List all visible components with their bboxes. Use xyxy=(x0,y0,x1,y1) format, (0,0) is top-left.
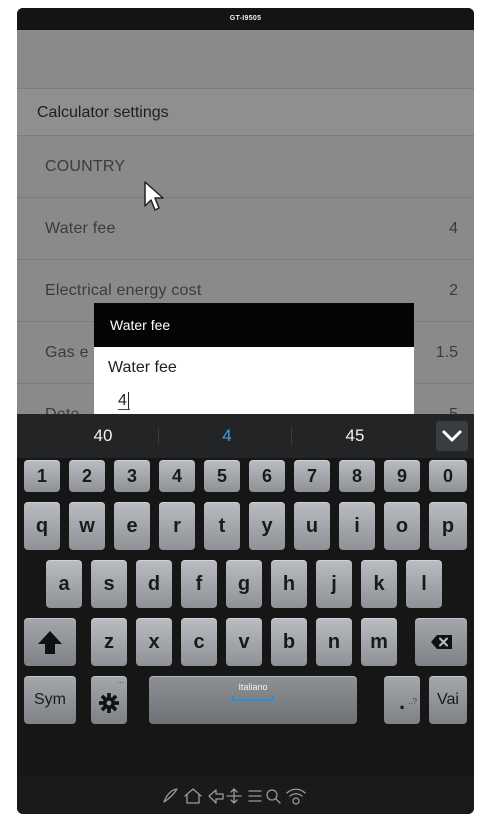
device-model-label: GT-I9505 xyxy=(17,8,474,30)
chevron-down-icon xyxy=(442,430,462,442)
key-a[interactable]: a xyxy=(46,560,82,608)
key-c[interactable]: c xyxy=(181,618,217,666)
key-q[interactable]: q xyxy=(24,502,60,550)
key-m[interactable]: m xyxy=(361,618,397,666)
setting-value: 2 xyxy=(449,282,458,299)
key-p[interactable]: p xyxy=(429,502,467,550)
key-v[interactable]: v xyxy=(226,618,262,666)
key-w[interactable]: w xyxy=(69,502,105,550)
key-8[interactable]: 8 xyxy=(339,460,375,492)
backspace-key[interactable] xyxy=(415,618,467,666)
key-h[interactable]: h xyxy=(271,560,307,608)
setting-value: 4 xyxy=(449,220,458,237)
key-hint: ..? xyxy=(408,697,417,706)
key-n[interactable]: n xyxy=(316,618,352,666)
dialog-title: Water fee xyxy=(94,303,414,347)
key-6[interactable]: 6 xyxy=(249,460,285,492)
key-2[interactable]: 2 xyxy=(69,460,105,492)
setting-label: Gas e xyxy=(45,344,89,361)
space-language-label: Italiano xyxy=(238,682,268,692)
key-5[interactable]: 5 xyxy=(204,460,240,492)
key-f[interactable]: f xyxy=(181,560,217,608)
key-0[interactable]: 0 xyxy=(429,460,467,492)
key-9[interactable]: 9 xyxy=(384,460,420,492)
period-label: . xyxy=(398,689,406,714)
suggestion-divider xyxy=(158,428,159,444)
collapse-keyboard-button[interactable] xyxy=(436,421,468,451)
space-key[interactable]: Italiano xyxy=(149,676,357,724)
value-input[interactable]: 4 xyxy=(108,389,398,413)
setting-value: 1.5 xyxy=(435,344,458,361)
suggestion-item[interactable]: 40 xyxy=(53,414,153,458)
suggestion-item[interactable]: 4 xyxy=(177,414,277,458)
on-screen-keyboard: 1 2 3 4 5 6 7 8 9 0 q w e r t y u i o p … xyxy=(17,458,474,776)
key-u[interactable]: u xyxy=(294,502,330,550)
sym-key[interactable]: Sym xyxy=(24,676,76,724)
key-1[interactable]: 1 xyxy=(24,460,60,492)
key-4[interactable]: 4 xyxy=(159,460,195,492)
input-underline xyxy=(118,409,130,410)
setting-row-water-fee[interactable]: Water fee 4 xyxy=(17,198,474,260)
key-hint: ... xyxy=(117,676,124,685)
key-r[interactable]: r xyxy=(159,502,195,550)
settings-key[interactable]: ... xyxy=(91,676,127,724)
key-3[interactable]: 3 xyxy=(114,460,150,492)
shift-arrow-icon xyxy=(38,631,62,654)
key-i[interactable]: i xyxy=(339,502,375,550)
key-b[interactable]: b xyxy=(271,618,307,666)
key-k[interactable]: k xyxy=(361,560,397,608)
key-s[interactable]: s xyxy=(91,560,127,608)
page-title: Calculator settings xyxy=(17,88,474,136)
key-j[interactable]: j xyxy=(316,560,352,608)
period-key[interactable]: ..? . xyxy=(384,676,420,724)
device-frame: GT-I9505 Calculator settings COUNTRY Wat… xyxy=(17,8,474,814)
backspace-icon xyxy=(431,635,452,649)
suggestion-item[interactable]: 45 xyxy=(305,414,405,458)
go-key[interactable]: Vai xyxy=(429,676,467,724)
text-caret xyxy=(127,391,129,410)
key-x[interactable]: x xyxy=(136,618,172,666)
key-t[interactable]: t xyxy=(204,502,240,550)
key-z[interactable]: z xyxy=(91,618,127,666)
suggestion-bar: 40 4 45 xyxy=(17,414,474,458)
key-g[interactable]: g xyxy=(226,560,262,608)
key-l[interactable]: l xyxy=(406,560,442,608)
key-o[interactable]: o xyxy=(384,502,420,550)
space-bar-icon xyxy=(232,696,274,701)
key-7[interactable]: 7 xyxy=(294,460,330,492)
input-value: 4 xyxy=(118,392,127,409)
nav-gesture-icons[interactable] xyxy=(161,786,331,806)
setting-row-country[interactable]: COUNTRY xyxy=(17,136,474,198)
shift-key[interactable] xyxy=(24,618,76,666)
key-d[interactable]: d xyxy=(136,560,172,608)
system-nav-bar xyxy=(17,776,474,814)
mouse-pointer-icon xyxy=(144,181,164,211)
key-e[interactable]: e xyxy=(114,502,150,550)
dialog-prompt: Water fee xyxy=(108,359,177,376)
key-y[interactable]: y xyxy=(249,502,285,550)
setting-label: Water fee xyxy=(45,220,116,237)
setting-label: COUNTRY xyxy=(45,158,126,175)
suggestion-divider xyxy=(291,428,292,444)
